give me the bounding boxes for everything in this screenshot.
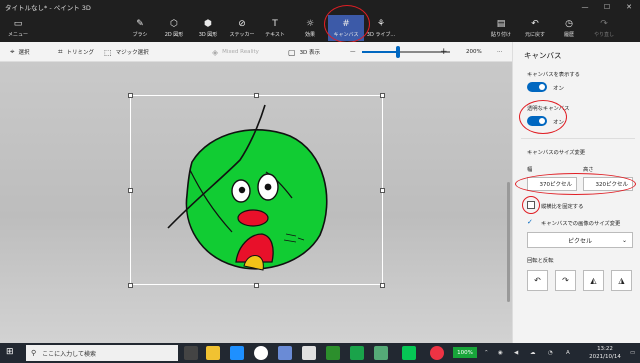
mail-icon[interactable] [230, 346, 244, 360]
checkmark-icon: ✓ [527, 218, 533, 226]
paint-3d-taskbar-icon[interactable] [430, 346, 444, 360]
clock-date: 2021/10/14 [589, 354, 621, 360]
volume-icon[interactable]: ◀ [514, 343, 518, 363]
flip-horizontal-icon: ◭ [590, 276, 597, 285]
chevron-down-icon: ⌄ [621, 236, 627, 244]
panel-divider [521, 138, 635, 139]
onedrive-icon[interactable]: ☁ [530, 343, 536, 363]
flip-horizontal-button[interactable]: ◭ [583, 270, 604, 291]
unit-value: ピクセル [567, 237, 592, 245]
app-icon[interactable] [326, 346, 340, 360]
chevron-up-icon[interactable]: ⌃ [484, 343, 489, 363]
flip-vertical-button[interactable]: ◮ [611, 270, 632, 291]
panel-title: キャンバス [524, 51, 562, 60]
evernote-icon[interactable] [350, 346, 364, 360]
beak [237, 209, 269, 227]
windows-start-icon[interactable]: ⊞ [6, 347, 14, 357]
notification-icon[interactable]: ▭ [630, 343, 635, 363]
kappa-drawing [167, 104, 328, 271]
height-label: 高さ [583, 167, 594, 173]
resize-image-label: キャンバスでの画像のサイズ変更 [541, 221, 621, 227]
rotate-left-icon: ↶ [534, 276, 541, 285]
right-pupil [264, 183, 272, 191]
highlight-circle-size-fields [515, 173, 636, 195]
show-canvas-toggle[interactable] [527, 82, 547, 92]
search-icon: ⚲ [31, 349, 37, 357]
show-canvas-value: オン [553, 86, 565, 92]
show-canvas-label: キャンバスを表示する [527, 72, 580, 78]
rotate-flip-label: 回転と反転 [527, 258, 554, 264]
task-view-icon[interactable] [184, 346, 198, 360]
system-clock[interactable]: 13:22 2021/10/14 [583, 345, 627, 361]
rotate-left-button[interactable]: ↶ [527, 270, 548, 291]
lock-aspect-ratio-label: 縦横比を固定する [541, 204, 584, 210]
app-icon[interactable] [278, 346, 292, 360]
rotate-right-button[interactable]: ↷ [555, 270, 576, 291]
battery-indicator[interactable]: 100% [453, 347, 477, 358]
width-label: 幅 [527, 167, 533, 173]
line-icon[interactable] [402, 346, 416, 360]
taskbar: ⊞ ⚲ ここに入力して検索 100% ⌃ ◉ ◀ ☁ ◔ A 13:22 202… [0, 343, 640, 363]
network-icon[interactable]: ◉ [498, 343, 503, 363]
taskbar-search[interactable]: ⚲ ここに入力して検索 [26, 345, 178, 361]
flip-vertical-icon: ◮ [618, 276, 625, 285]
unit-dropdown[interactable]: ピクセル ⌄ [527, 232, 633, 248]
ime-indicator[interactable]: A [566, 343, 570, 363]
clock-time: 13:22 [597, 346, 613, 352]
highlight-circle-transparent-canvas [519, 100, 567, 134]
rotate-right-icon: ↷ [562, 276, 569, 285]
search-placeholder: ここに入力して検索 [42, 350, 96, 358]
app-icon[interactable] [374, 346, 388, 360]
left-pupil [238, 186, 246, 194]
resize-canvas-label: キャンバスのサイズ変更 [527, 150, 586, 156]
chrome-icon[interactable] [254, 346, 268, 360]
highlight-circle-lock-ratio [522, 196, 540, 214]
app-icon[interactable] [302, 346, 316, 360]
wifi-icon[interactable]: ◔ [548, 343, 553, 363]
file-explorer-icon[interactable] [206, 346, 220, 360]
